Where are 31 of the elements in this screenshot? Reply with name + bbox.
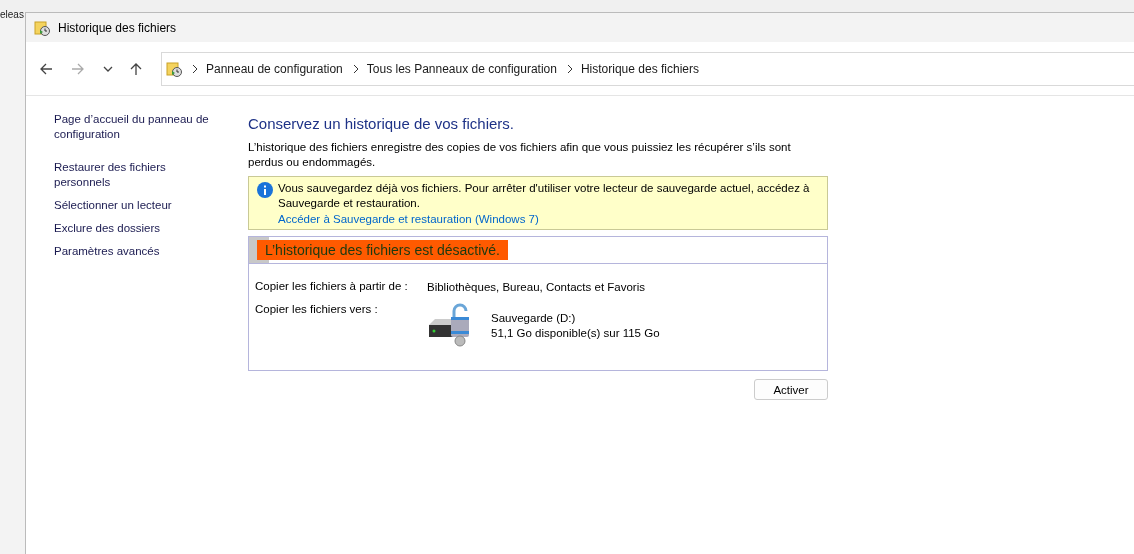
up-arrow-icon[interactable] (129, 61, 143, 76)
background-tab-text: eleas (0, 9, 24, 21)
copy-to-label: Copier les fichiers vers : (255, 303, 379, 317)
sidebar-link[interactable]: Restaurer des fichiers personnels (54, 160, 224, 190)
chevron-right-icon (192, 63, 198, 74)
sidebar-link[interactable]: Sélectionner un lecteur (54, 198, 224, 213)
description-text: L’historique des fichiers enregistre des copies de vos fichiers afin que vous puissiez les récupérer s’ils sont perdus ou endommagés. (248, 140, 792, 170)
chevron-down-icon[interactable] (103, 65, 113, 72)
sidebar-link[interactable]: Exclure des dossiers (54, 221, 224, 236)
drive-space: 51,1 Go disponible(s) sur 115 Go (491, 326, 660, 341)
copy-from-value: Bibliothèques, Bureau, Contacts et Favoris (427, 280, 645, 295)
window-title: Historique des fichiers (58, 20, 177, 35)
breadcrumb-item[interactable]: Tous les Panneaux de configuration (366, 61, 557, 76)
sidebar-link[interactable]: Paramètres avancés (54, 244, 224, 259)
copy-from-label: Copier les fichiers à partir de : (255, 280, 409, 294)
address-bar[interactable]: Panneau de configuration Tous les Panneaux de configuration Historique des fichiers (161, 51, 1134, 86)
activate-button[interactable]: Activer (754, 379, 828, 400)
folder-clock-icon (34, 19, 50, 36)
chevron-right-icon (352, 63, 359, 74)
info-text: Vous sauvegardez déjà vos fichiers. Pour arrêter d'utiliser votre lecteur de sauvegarde actuel, accédez à Sauvegarde et restauration. (278, 181, 811, 211)
breadcrumb-item[interactable]: Panneau de configuration (206, 61, 343, 76)
chevron-right-icon (566, 63, 573, 74)
status-title: L’historique des fichiers est désactivé. (257, 240, 508, 260)
folder-clock-icon (166, 60, 182, 77)
info-icon (257, 182, 273, 198)
page-heading: Conservez un historique de vos fichiers. (248, 115, 515, 132)
backup-restore-link[interactable]: Accéder à Sauvegarde et restauration (Windows 7) (278, 213, 821, 225)
drive-name: Sauvegarde (D:) (491, 311, 577, 326)
back-arrow-icon[interactable] (39, 61, 53, 76)
sidebar-link[interactable]: Page d’accueil du panneau de configuration (54, 112, 224, 142)
breadcrumb-item[interactable]: Historique des fichiers (580, 61, 699, 76)
